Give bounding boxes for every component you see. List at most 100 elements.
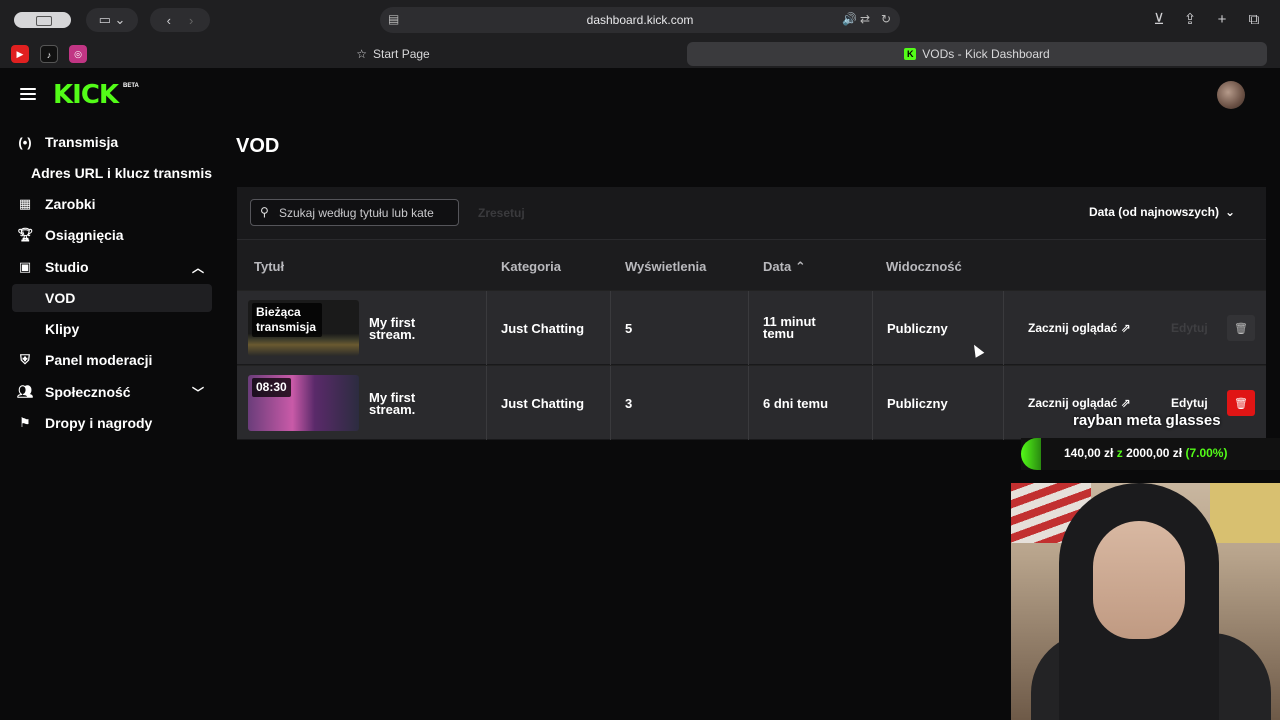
tab-vods[interactable]: K VODs - Kick Dashboard bbox=[687, 42, 1267, 66]
beta-badge: BETA bbox=[123, 83, 139, 89]
tab-label: VODs - Kick Dashboard bbox=[922, 47, 1050, 61]
window-controls[interactable] bbox=[14, 12, 71, 28]
column-title[interactable]: Tytuł bbox=[254, 259, 284, 274]
star-icon: ☆ bbox=[356, 47, 368, 61]
trash-icon: 🗑︎ bbox=[1234, 397, 1248, 410]
column-date[interactable]: Data ⌃ bbox=[763, 259, 806, 275]
address-bar[interactable]: ▤ dashboard.kick.com 🔊 ⇄ ↻ bbox=[380, 7, 900, 33]
reset-button[interactable]: Zresetuj bbox=[478, 206, 525, 220]
sidebar-item-stream-url-key[interactable]: Adres URL i klucz transmis bbox=[12, 159, 226, 187]
sidebar-toggle-button[interactable]: ▭ ⌄ bbox=[86, 8, 138, 32]
delete-button[interactable]: 🗑︎ bbox=[1227, 315, 1255, 341]
tab-start-page[interactable]: ☆ Start Page bbox=[98, 42, 688, 66]
sidebar-item-studio[interactable]: ▣ Studio ︿ bbox=[12, 253, 212, 281]
forward-icon[interactable]: › bbox=[189, 13, 193, 28]
sidebar-item-osiagniecia[interactable]: 🏆︎ Osiągnięcia bbox=[12, 221, 212, 249]
cell-date: 11 minut temu bbox=[749, 291, 873, 365]
table-header: Tytuł Kategoria Wyświetlenia Data ⌃ Wido… bbox=[237, 239, 1266, 290]
sidebar-item-label: Społeczność bbox=[45, 384, 131, 400]
vod-category: Just Chatting bbox=[501, 396, 585, 411]
menu-icon[interactable] bbox=[20, 88, 36, 100]
reload-icon[interactable]: ↻ bbox=[881, 12, 891, 26]
goal-separator: z bbox=[1116, 446, 1123, 460]
webcam-overlay bbox=[1011, 483, 1280, 720]
goal-percent: (7.00%) bbox=[1185, 446, 1228, 460]
gift-icon: ⚑ bbox=[19, 415, 31, 430]
delete-button[interactable]: 🗑︎ bbox=[1227, 390, 1255, 416]
cell-visibility: Publiczny bbox=[873, 366, 1004, 440]
goal-target: 2000,00 zł bbox=[1126, 446, 1183, 460]
vod-date: 11 minut temu bbox=[763, 314, 816, 341]
sidebar-item-label: Studio bbox=[45, 259, 89, 275]
webcam-face bbox=[1093, 521, 1185, 639]
column-visibility[interactable]: Widoczność bbox=[886, 259, 962, 274]
vod-views: 5 bbox=[625, 321, 633, 336]
sidebar-item-dropy[interactable]: ⚑ Dropy i nagrody bbox=[12, 409, 212, 437]
vod-thumbnail[interactable]: 08:30 bbox=[248, 375, 359, 431]
cell-title: Bieżąca transmisja My first stream. bbox=[237, 291, 487, 365]
sidebar-item-label: Zarobki bbox=[45, 196, 96, 212]
download-icon[interactable]: ⊻ bbox=[1148, 9, 1170, 31]
broadcast-icon: (•) bbox=[18, 134, 32, 150]
sidebar-item-transmisja[interactable]: (•) Transmisja bbox=[12, 128, 212, 156]
vod-visibility: Publiczny bbox=[887, 321, 948, 336]
tab-label: Start Page bbox=[373, 47, 430, 61]
watch-button[interactable]: Zacznij oglądać ⇗ bbox=[1028, 396, 1131, 410]
page-title: VOD bbox=[236, 135, 280, 157]
share-icon[interactable]: ⇪ bbox=[1179, 9, 1201, 31]
sidebar-item-label: Adres URL i klucz transmis bbox=[31, 165, 213, 181]
sidebar-item-label: Dropy i nagrody bbox=[45, 415, 153, 431]
table-row: Bieżąca transmisja My first stream. Just… bbox=[237, 290, 1266, 365]
browser-toolbar: ▭ ⌄ ‹ › ▤ dashboard.kick.com 🔊 ⇄ ↻ ⊻ ⇪ +… bbox=[0, 0, 1280, 40]
tab-overview-icon[interactable]: ⧉ bbox=[1243, 9, 1265, 31]
search-field[interactable]: ⚲ bbox=[250, 199, 459, 226]
watch-button[interactable]: Zacznij oglądać ⇗ bbox=[1028, 321, 1131, 335]
studio-icon: ▣ bbox=[18, 259, 32, 274]
instagram-icon[interactable]: ◎ bbox=[69, 45, 87, 63]
column-views[interactable]: Wyświetlenia bbox=[625, 259, 706, 274]
back-icon[interactable]: ‹ bbox=[167, 13, 171, 28]
tiktok-icon[interactable]: ♪ bbox=[40, 45, 58, 63]
translate-icon[interactable]: ⇄ bbox=[860, 12, 870, 26]
sort-select[interactable]: Data (od najnowszych) ⌄ bbox=[1072, 201, 1252, 223]
kick-logo[interactable]: KICK bbox=[53, 80, 119, 110]
vod-title[interactable]: My first stream. bbox=[369, 316, 439, 341]
sidebar-item-spolecznosc[interactable]: 👥︎ Społeczność ﹀ bbox=[12, 378, 212, 406]
avatar[interactable] bbox=[1217, 81, 1245, 109]
sidebar-item-vod[interactable]: VOD bbox=[12, 284, 212, 312]
goal-title: rayban meta glasses bbox=[1073, 412, 1221, 429]
search-icon: ⚲ bbox=[260, 205, 269, 219]
column-category[interactable]: Kategoria bbox=[501, 259, 561, 274]
cell-views: 3 bbox=[611, 366, 749, 440]
goal-current: 140,00 zł bbox=[1064, 446, 1114, 460]
tab-bar: ▶ ♪ ◎ ☆ Start Page K VODs - Kick Dashboa… bbox=[0, 40, 1280, 68]
audio-icon[interactable]: 🔊 bbox=[842, 12, 857, 26]
cell-title: 08:30 My first stream. bbox=[237, 366, 487, 440]
vod-title[interactable]: My first stream. bbox=[369, 391, 439, 416]
sidebar-item-label: Osiągnięcia bbox=[45, 227, 124, 243]
sidebar-item-zarobki[interactable]: ▦ Zarobki bbox=[12, 190, 212, 218]
vod-visibility: Publiczny bbox=[887, 396, 948, 411]
wall-poster bbox=[1210, 483, 1280, 543]
goal-amount: 140,00 zł z 2000,00 zł (7.00%) bbox=[1064, 446, 1227, 460]
sidebar-item-panel-moderacji[interactable]: ⛨ Panel moderacji bbox=[12, 346, 212, 374]
sidebar-item-label: Panel moderacji bbox=[45, 352, 153, 368]
sidebar-item-klipy[interactable]: Klipy bbox=[12, 315, 212, 343]
edit-button[interactable]: Edytuj bbox=[1171, 396, 1208, 410]
nav-buttons: ‹ › bbox=[150, 8, 210, 32]
watch-label: Zacznij oglądać bbox=[1028, 396, 1118, 410]
vod-date: 6 dni temu bbox=[763, 396, 829, 411]
sort-asc-icon: ⌃ bbox=[794, 259, 806, 274]
new-tab-icon[interactable]: + bbox=[1211, 9, 1233, 31]
cell-views: 5 bbox=[611, 291, 749, 365]
chevron-down-icon[interactable]: ﹀ bbox=[192, 384, 204, 401]
duration-badge: 08:30 bbox=[252, 378, 291, 397]
search-input[interactable] bbox=[279, 204, 454, 222]
vod-thumbnail[interactable]: Bieżąca transmisja bbox=[248, 300, 359, 356]
cell-date: 6 dni temu bbox=[749, 366, 873, 440]
chevron-up-icon[interactable]: ︿ bbox=[192, 259, 204, 276]
watch-label: Zacznij oglądać bbox=[1028, 321, 1118, 335]
youtube-icon[interactable]: ▶ bbox=[11, 45, 29, 63]
edit-button[interactable]: Edytuj bbox=[1171, 321, 1208, 335]
sidebar-item-label: Klipy bbox=[45, 321, 80, 337]
